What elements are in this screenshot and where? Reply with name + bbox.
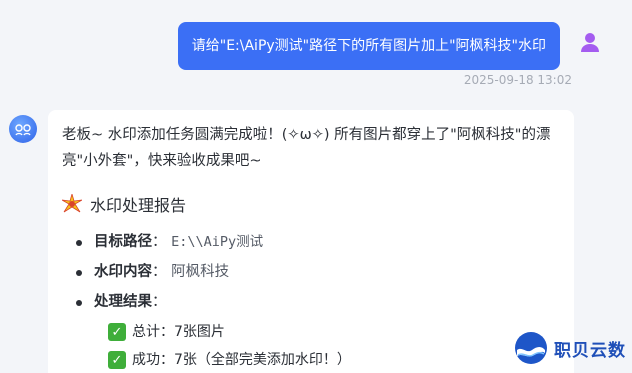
check-icon: ✓ (108, 351, 126, 369)
report-heading: 水印处理报告 (62, 192, 560, 216)
result-success-text: 成功：7张（全部完美添加水印！） (132, 352, 351, 368)
result-label: 处理结果 (94, 294, 152, 310)
user-message-row: 请给"E:\AiPy测试"路径下的所有图片加上"阿枫科技"水印 (0, 22, 620, 72)
bot-message-card: 老板~ 水印添加任务圆满完成啦！(✧ω✧) 所有图片都穿上了"阿枫科技"的漂亮"… (48, 110, 574, 373)
path-value: E:\\AiPy测试 (171, 234, 264, 250)
user-message-bubble: 请给"E:\AiPy测试"路径下的所有图片加上"阿枫科技"水印 (177, 22, 560, 70)
brand-logo-icon (515, 332, 547, 364)
watermark-label: 水印内容 (94, 264, 152, 280)
report-item-watermark: 水印内容： 阿枫科技 (62, 260, 560, 284)
path-label: 目标路径 (94, 234, 152, 250)
result-success: ✓ 成功：7张（全部完美添加水印！） (62, 348, 560, 372)
report-title: 水印处理报告 (90, 196, 187, 215)
check-icon: ✓ (108, 323, 126, 341)
sparkle-icon (62, 194, 82, 213)
result-total-text: 总计：7张图片 (132, 324, 225, 340)
brand-watermark: 职贝云数 (514, 331, 626, 365)
watermark-value: 阿枫科技 (171, 264, 230, 280)
message-timestamp: 2025-09-18 13:02 (463, 73, 572, 87)
bot-intro-text: 老板~ 水印添加任务圆满完成啦！(✧ω✧) 所有图片都穿上了"阿枫科技"的漂亮"… (62, 127, 551, 169)
result-total: ✓ 总计：7张图片 (62, 320, 560, 344)
bot-avatar-icon (9, 115, 37, 143)
report-item-result: 处理结果： (62, 290, 560, 314)
report-item-path: 目标路径： E:\\AiPy测试 (62, 230, 560, 254)
user-avatar-icon (581, 33, 599, 52)
report-list: 目标路径： E:\\AiPy测试 水印内容： 阿枫科技 处理结果： (62, 230, 560, 314)
brand-name: 职贝云数 (554, 340, 626, 361)
